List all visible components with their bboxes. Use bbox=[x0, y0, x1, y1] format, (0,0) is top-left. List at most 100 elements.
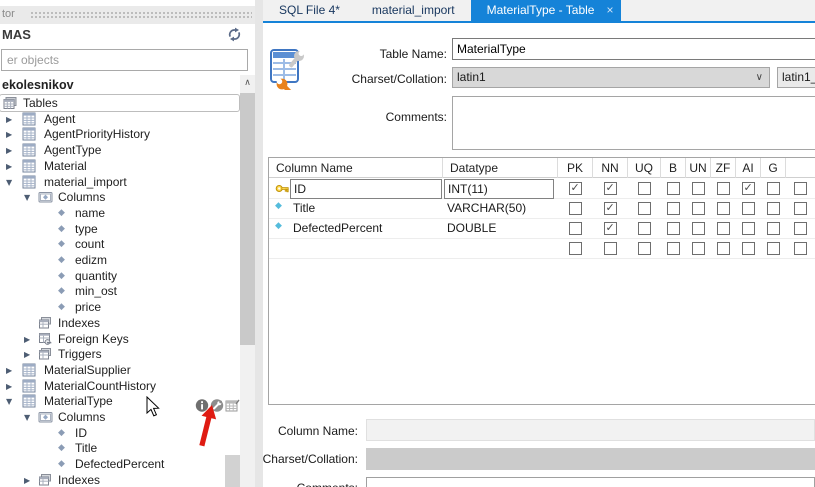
grid-header-cell[interactable] bbox=[786, 158, 815, 178]
tree-item-count[interactable]: ◆count bbox=[0, 236, 239, 252]
panel-splitter[interactable] bbox=[255, 0, 263, 487]
checkbox-b[interactable] bbox=[667, 202, 680, 215]
checkbox-nn[interactable] bbox=[604, 182, 617, 195]
grid-header-cell[interactable]: PK bbox=[558, 158, 593, 178]
bottom-column-name-input[interactable] bbox=[366, 419, 815, 441]
checkbox-uq[interactable] bbox=[638, 242, 651, 255]
grid-header-cell[interactable]: UQ bbox=[628, 158, 661, 178]
tree-item-foreign-keys[interactable]: ▶Foreign Keys bbox=[0, 331, 239, 347]
tree-expand-icon[interactable]: ▶ bbox=[6, 159, 12, 175]
checkbox-ai[interactable] bbox=[742, 202, 755, 215]
grid-header-cell[interactable]: B bbox=[661, 158, 686, 178]
tree-item-title[interactable]: ◆Title bbox=[0, 440, 239, 456]
info-icon[interactable] bbox=[195, 398, 209, 413]
grid-header-cell[interactable]: AI bbox=[736, 158, 761, 178]
grid-row-new[interactable] bbox=[269, 239, 815, 259]
tree-item-materialcounthistory[interactable]: ▶MaterialCountHistory bbox=[0, 378, 239, 394]
datatype-cell[interactable]: VARCHAR(50) bbox=[444, 199, 554, 219]
tab-close-icon[interactable]: × bbox=[606, 3, 613, 17]
tree-item-triggers[interactable]: ▶Triggers bbox=[0, 346, 239, 362]
column-name-cell[interactable]: ID bbox=[290, 179, 442, 199]
checkbox-un[interactable] bbox=[692, 202, 705, 215]
tree-item-columns[interactable]: ▼Columns bbox=[0, 189, 239, 205]
datatype-cell[interactable]: INT(11) bbox=[444, 179, 554, 199]
checkbox-g[interactable] bbox=[767, 222, 780, 235]
checkbox-pk[interactable] bbox=[569, 242, 582, 255]
checkbox-uq[interactable] bbox=[638, 202, 651, 215]
tree-expand-icon[interactable]: ▶ bbox=[6, 379, 12, 395]
checkbox-extra[interactable] bbox=[794, 242, 807, 255]
tree-expand-icon[interactable]: ▶ bbox=[24, 473, 30, 487]
table-name-input[interactable] bbox=[452, 38, 815, 60]
tree-collapse-icon[interactable]: ▼ bbox=[24, 190, 30, 206]
checkbox-zf[interactable] bbox=[717, 182, 730, 195]
charset-combo[interactable]: latin1 ∨ bbox=[452, 67, 770, 88]
tree-item-type[interactable]: ◆type bbox=[0, 221, 239, 237]
checkbox-extra[interactable] bbox=[794, 222, 807, 235]
checkbox-zf[interactable] bbox=[717, 202, 730, 215]
tree-item-min-ost[interactable]: ◆min_ost bbox=[0, 283, 239, 299]
checkbox-b[interactable] bbox=[667, 182, 680, 195]
grid-header-cell[interactable]: Datatype bbox=[443, 158, 558, 178]
tree-item-material-import[interactable]: ▼material_import bbox=[0, 174, 239, 190]
checkbox-nn[interactable] bbox=[604, 242, 617, 255]
grid-header-cell[interactable]: UN bbox=[686, 158, 711, 178]
tree-item-agent[interactable]: ▶Agent bbox=[0, 111, 239, 127]
tree-item-indexes[interactable]: Indexes bbox=[0, 315, 239, 331]
datatype-cell[interactable]: DOUBLE bbox=[444, 219, 554, 239]
tab-materialtype-table[interactable]: MaterialType - Table× bbox=[471, 0, 622, 21]
checkbox-g[interactable] bbox=[767, 182, 780, 195]
tree-item-name[interactable]: ◆name bbox=[0, 205, 239, 221]
comments-textarea[interactable] bbox=[452, 96, 815, 150]
tab-material-import[interactable]: material_import bbox=[356, 0, 471, 21]
checkbox-zf[interactable] bbox=[717, 242, 730, 255]
tree-expand-icon[interactable]: ▶ bbox=[6, 143, 12, 159]
grid-header-cell[interactable]: G bbox=[761, 158, 786, 178]
checkbox-uq[interactable] bbox=[638, 222, 651, 235]
checkbox-un[interactable] bbox=[692, 222, 705, 235]
column-name-cell[interactable]: Title bbox=[290, 199, 442, 219]
checkbox-extra[interactable] bbox=[794, 182, 807, 195]
grid-row-defectedpercent[interactable]: ◆DefectedPercentDOUBLE bbox=[269, 219, 815, 239]
collation-combo[interactable]: latin1_ bbox=[777, 67, 815, 88]
checkbox-b[interactable] bbox=[667, 222, 680, 235]
scrollbar-thumb[interactable] bbox=[240, 93, 255, 345]
bottom-charset-combo[interactable] bbox=[366, 448, 815, 470]
edit-table-icon[interactable] bbox=[225, 398, 240, 413]
tree-item-agenttype[interactable]: ▶AgentType bbox=[0, 142, 239, 158]
columns-grid[interactable]: Column NameDatatypePKNNUQBUNZFAIGIDINT(1… bbox=[268, 157, 815, 405]
checkbox-pk[interactable] bbox=[569, 182, 582, 195]
tree-collapse-icon[interactable]: ▼ bbox=[6, 175, 12, 191]
tree-item-tables[interactable]: Tables bbox=[0, 95, 239, 111]
scrollbar-up-arrow-icon[interactable]: ∧ bbox=[240, 75, 255, 92]
tree-item-quantity[interactable]: ◆quantity bbox=[0, 268, 239, 284]
tree-item-material[interactable]: ▶Material bbox=[0, 158, 239, 174]
tree-item-agentpriorityhistory[interactable]: ▶AgentPriorityHistory bbox=[0, 126, 239, 142]
checkbox-extra[interactable] bbox=[794, 202, 807, 215]
grid-header-cell[interactable]: Column Name bbox=[269, 158, 443, 178]
checkbox-ai[interactable] bbox=[742, 182, 755, 195]
checkbox-un[interactable] bbox=[692, 242, 705, 255]
tree-expand-icon[interactable]: ▶ bbox=[24, 332, 30, 348]
checkbox-b[interactable] bbox=[667, 242, 680, 255]
checkbox-nn[interactable] bbox=[604, 222, 617, 235]
tree-item-id[interactable]: ◆ID bbox=[0, 425, 239, 441]
tree-collapse-icon[interactable]: ▼ bbox=[24, 410, 30, 426]
tab-sql-file-4-[interactable]: SQL File 4* bbox=[263, 0, 356, 21]
tree-expand-icon[interactable]: ▶ bbox=[24, 347, 30, 363]
grid-header-cell[interactable]: ZF bbox=[711, 158, 736, 178]
tree-item-price[interactable]: ◆price bbox=[0, 299, 239, 315]
column-name-cell[interactable]: DefectedPercent bbox=[290, 219, 442, 239]
checkbox-g[interactable] bbox=[767, 242, 780, 255]
tree-expand-icon[interactable]: ▶ bbox=[6, 363, 12, 379]
checkbox-uq[interactable] bbox=[638, 182, 651, 195]
grid-row-title[interactable]: ◆TitleVARCHAR(50) bbox=[269, 199, 815, 219]
bottom-comments-input[interactable] bbox=[366, 477, 815, 487]
checkbox-ai[interactable] bbox=[742, 242, 755, 255]
checkbox-nn[interactable] bbox=[604, 202, 617, 215]
tree-item-edizm[interactable]: ◆edizm bbox=[0, 252, 239, 268]
checkbox-g[interactable] bbox=[767, 202, 780, 215]
checkbox-ai[interactable] bbox=[742, 222, 755, 235]
checkbox-zf[interactable] bbox=[717, 222, 730, 235]
tree-item-materialsupplier[interactable]: ▶MaterialSupplier bbox=[0, 362, 239, 378]
